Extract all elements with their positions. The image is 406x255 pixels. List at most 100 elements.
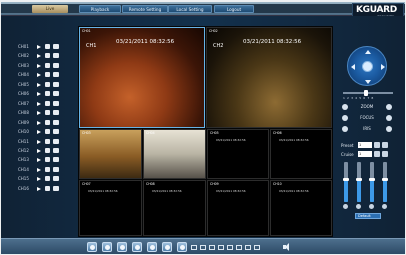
preset-set-button[interactable] bbox=[374, 142, 380, 148]
record-icon[interactable] bbox=[45, 91, 50, 97]
cruise-select[interactable]: 1 bbox=[358, 151, 372, 157]
channel-row-ch08[interactable]: CH08 bbox=[18, 109, 70, 117]
default-button[interactable]: Default bbox=[355, 213, 381, 219]
brightness-slider[interactable] bbox=[343, 162, 349, 202]
channel-row-ch12[interactable]: CH12 bbox=[18, 147, 70, 155]
saturation-slider[interactable] bbox=[369, 162, 375, 202]
snapshot-icon[interactable] bbox=[53, 81, 59, 87]
record-icon[interactable] bbox=[45, 44, 50, 49]
tab-playback[interactable]: Playback bbox=[79, 5, 121, 13]
tab-local-setting[interactable]: Local Setting bbox=[168, 5, 212, 13]
play-icon[interactable] bbox=[37, 45, 41, 49]
contrast-knob[interactable] bbox=[356, 178, 362, 181]
brightness-knob[interactable] bbox=[343, 178, 349, 181]
contrast-slider[interactable] bbox=[356, 162, 362, 202]
ptz-up-arrow-icon[interactable] bbox=[365, 50, 371, 54]
play-icon[interactable] bbox=[37, 101, 41, 106]
channel-row-ch06[interactable]: CH06 bbox=[18, 90, 70, 98]
audio-icon[interactable] bbox=[147, 242, 157, 252]
snapshot-icon[interactable] bbox=[53, 100, 59, 106]
snapshot-icon[interactable] bbox=[53, 72, 59, 78]
record-icon[interactable] bbox=[45, 81, 50, 87]
snapshot-icon[interactable] bbox=[102, 242, 112, 252]
video-tile-ch05[interactable]: CH05 03/21/2011 08:32:56 bbox=[207, 129, 269, 179]
focus-near-icon[interactable] bbox=[342, 115, 348, 121]
channel-row-ch15[interactable]: CH15 bbox=[18, 175, 70, 183]
tab-live[interactable]: Live bbox=[32, 5, 68, 13]
snapshot-icon[interactable] bbox=[53, 185, 59, 191]
record-icon[interactable] bbox=[45, 62, 50, 68]
stop-icon[interactable] bbox=[132, 242, 142, 252]
snapshot-icon[interactable] bbox=[53, 138, 59, 144]
layout-option-icon[interactable] bbox=[191, 245, 197, 250]
channel-row-ch02[interactable]: CH02 bbox=[18, 52, 70, 60]
hue-knob[interactable] bbox=[382, 178, 388, 181]
channel-row-ch09[interactable]: CH09 bbox=[18, 119, 70, 127]
channel-row-ch05[interactable]: CH05 bbox=[18, 81, 70, 89]
video-tile-ch08[interactable]: CH08 03/21/2011 08:32:56 bbox=[143, 180, 206, 236]
hue-slider[interactable] bbox=[382, 162, 388, 202]
saturation-knob[interactable] bbox=[369, 178, 375, 181]
record-icon[interactable] bbox=[45, 138, 50, 144]
zoom-out-icon[interactable] bbox=[342, 104, 348, 110]
snapshot-icon[interactable] bbox=[53, 176, 59, 182]
preset-call-button[interactable] bbox=[382, 142, 388, 148]
video-tile-ch09[interactable]: CH09 03/21/2011 08:32:56 bbox=[207, 180, 269, 236]
play-icon[interactable] bbox=[37, 148, 41, 153]
snapshot-icon[interactable] bbox=[53, 166, 59, 172]
snapshot-icon[interactable] bbox=[53, 119, 59, 125]
snapshot-icon[interactable] bbox=[53, 129, 59, 135]
video-tile-ch07[interactable]: CH07 03/21/2011 08:32:56 bbox=[79, 180, 142, 236]
channel-row-ch16[interactable]: CH16 bbox=[18, 185, 70, 193]
play-icon[interactable] bbox=[37, 167, 41, 172]
focus-far-icon[interactable] bbox=[386, 115, 392, 121]
record-icon[interactable] bbox=[45, 176, 50, 182]
video-tile-ch04[interactable]: CH04 bbox=[143, 129, 206, 179]
play-icon[interactable] bbox=[37, 120, 41, 125]
ptz-left-arrow-icon[interactable] bbox=[351, 64, 355, 70]
play-icon[interactable] bbox=[37, 139, 41, 144]
video-tile-ch02[interactable]: CH02 03/21/2011 08:32:56 CH2 bbox=[206, 27, 332, 128]
record-icon[interactable] bbox=[45, 147, 50, 153]
layout-option-icon[interactable] bbox=[236, 245, 242, 250]
tab-logout[interactable]: Logout bbox=[214, 5, 254, 13]
record-icon[interactable] bbox=[45, 119, 50, 125]
record-icon[interactable] bbox=[45, 100, 50, 106]
record-icon[interactable] bbox=[45, 72, 50, 78]
play-icon[interactable] bbox=[37, 177, 41, 182]
record-icon[interactable] bbox=[45, 53, 50, 59]
ptz-direction-pad[interactable] bbox=[347, 46, 387, 86]
volume-icon[interactable] bbox=[283, 243, 289, 251]
record-icon[interactable] bbox=[45, 185, 50, 191]
layout-option-icon[interactable] bbox=[218, 245, 224, 250]
snapshot-icon[interactable] bbox=[53, 53, 59, 59]
fullscreen-icon[interactable] bbox=[162, 242, 172, 252]
ptz-speed-slider[interactable] bbox=[343, 90, 393, 96]
iris-close-icon[interactable] bbox=[342, 126, 348, 132]
play-icon[interactable] bbox=[37, 111, 41, 116]
play-icon[interactable] bbox=[37, 73, 41, 78]
play-icon[interactable] bbox=[37, 186, 41, 191]
channel-row-ch04[interactable]: CH04 bbox=[18, 71, 70, 79]
preset-select[interactable]: 1 bbox=[358, 142, 372, 148]
layout-1-icon[interactable] bbox=[177, 242, 187, 252]
play-icon[interactable] bbox=[37, 54, 41, 59]
channel-row-ch14[interactable]: CH14 bbox=[18, 166, 70, 174]
tab-remote-setting[interactable]: Remote Setting bbox=[122, 5, 168, 13]
channel-row-ch07[interactable]: CH07 bbox=[18, 100, 70, 108]
snapshot-icon[interactable] bbox=[53, 62, 59, 68]
video-tile-ch03[interactable]: CH03 bbox=[79, 129, 142, 179]
snapshot-icon[interactable] bbox=[53, 157, 59, 163]
video-tile-ch10[interactable]: CH10 03/21/2011 08:32:56 bbox=[270, 180, 332, 236]
snapshot-icon[interactable] bbox=[53, 44, 59, 49]
ptz-right-arrow-icon[interactable] bbox=[381, 64, 385, 70]
channel-row-ch13[interactable]: CH13 bbox=[18, 156, 70, 164]
cruise-start-button[interactable] bbox=[374, 151, 380, 157]
snapshot-icon[interactable] bbox=[53, 91, 59, 97]
channel-row-ch03[interactable]: CH03 bbox=[18, 62, 70, 70]
layout-option-icon[interactable] bbox=[254, 245, 260, 250]
ptz-center-icon[interactable] bbox=[362, 61, 373, 72]
record-icon[interactable] bbox=[45, 157, 50, 163]
zoom-in-icon[interactable] bbox=[386, 104, 392, 110]
refresh-icon[interactable] bbox=[117, 242, 127, 252]
